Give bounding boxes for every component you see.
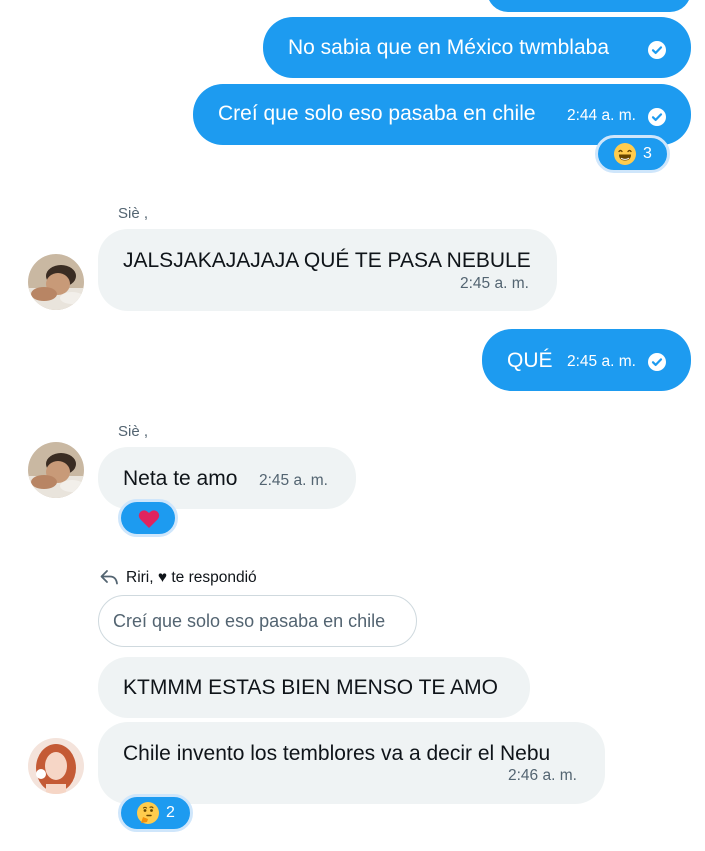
message-text: KTMMM ESTAS BIEN MENSO TE AMO — [123, 676, 498, 699]
message-time: 2:46 a. m. — [508, 767, 577, 784]
reaction-badge[interactable] — [118, 499, 178, 537]
check-circle-icon — [648, 353, 666, 371]
outgoing-message[interactable]: QUÉ 2:45 a. m. — [482, 329, 691, 391]
message-text: Creí que solo eso pasaba en chile — [218, 102, 536, 125]
incoming-message[interactable]: KTMMM ESTAS BIEN MENSO TE AMO — [98, 657, 530, 718]
message-text: QUÉ — [507, 349, 553, 372]
check-circle-icon — [648, 41, 666, 59]
check-circle-icon — [648, 108, 666, 126]
message-text: Neta te amo — [123, 467, 238, 490]
reply-arrow-icon — [99, 568, 119, 591]
reaction-badge[interactable]: 3 — [595, 135, 670, 173]
reaction-badge[interactable]: 2 — [118, 794, 193, 832]
thinking-face-icon — [137, 802, 159, 824]
avatar[interactable] — [28, 442, 84, 498]
reply-header: Riri, ♥ te respondió — [126, 569, 257, 586]
outgoing-bubble-partial[interactable] — [487, 0, 691, 12]
message-time: 2:45 a. m. — [567, 353, 636, 370]
incoming-message[interactable]: Chile invento los temblores va a decir e… — [98, 722, 605, 804]
avatar[interactable] — [28, 738, 84, 794]
quoted-text: Creí que solo eso pasaba en chile — [113, 611, 386, 631]
heart-icon — [138, 509, 160, 534]
laughing-face-icon — [614, 143, 636, 165]
quoted-message[interactable]: Creí que solo eso pasaba en chile — [98, 595, 417, 647]
sender-name: Siè , — [118, 423, 149, 440]
sender-name: Siè , — [118, 205, 149, 222]
incoming-message[interactable]: JALSJAKAJAJAJA QUÉ TE PASA NEBULE 2:45 a… — [98, 229, 557, 311]
avatar[interactable] — [28, 254, 84, 310]
message-text: JALSJAKAJAJAJA QUÉ TE PASA NEBULE — [123, 249, 531, 272]
outgoing-message[interactable]: No sabia que en México twmblaba — [263, 17, 691, 78]
message-text: Chile invento los temblores va a decir e… — [123, 742, 551, 765]
message-text: No sabia que en México twmblaba — [288, 36, 610, 59]
reaction-count: 3 — [643, 145, 652, 162]
message-time: 2:44 a. m. — [567, 107, 636, 124]
message-time: 2:45 a. m. — [460, 275, 529, 292]
reaction-count: 2 — [166, 804, 175, 821]
message-time: 2:45 a. m. — [259, 472, 328, 489]
